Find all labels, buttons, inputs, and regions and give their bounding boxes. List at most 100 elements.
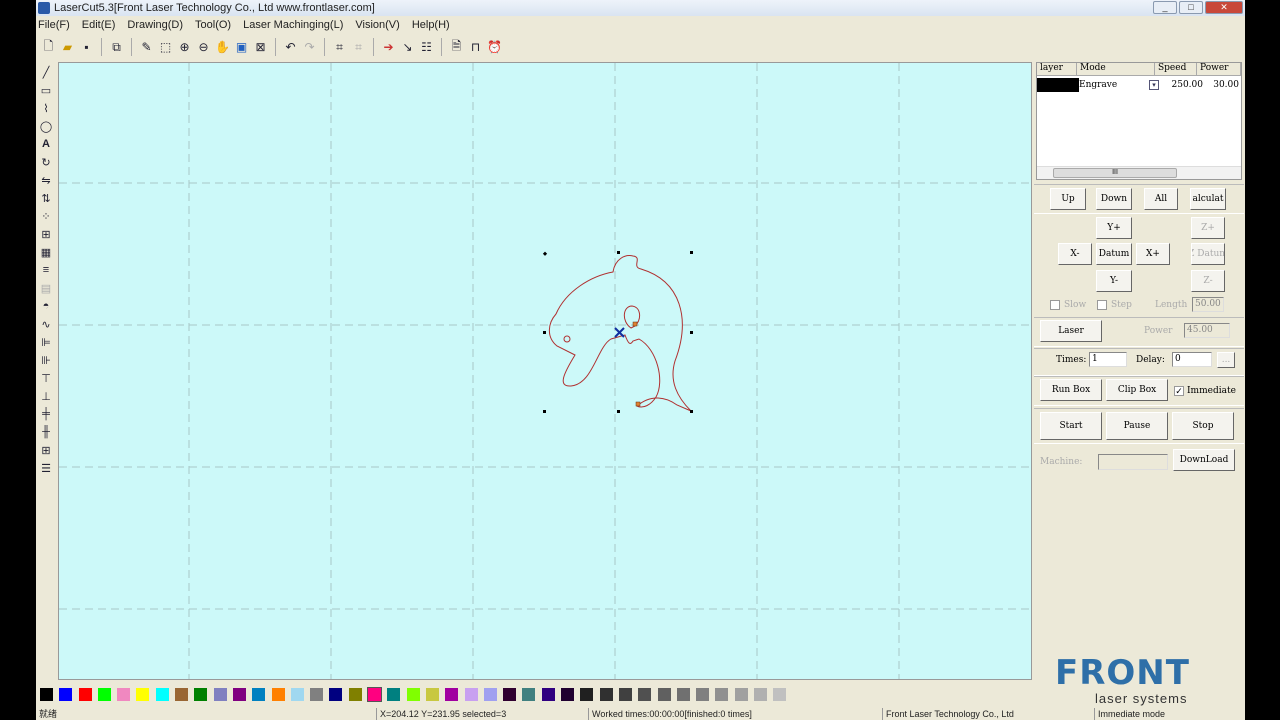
- zoom-fit-icon[interactable]: ⊠: [252, 39, 269, 56]
- color-swatch[interactable]: [367, 686, 383, 702]
- menu-laser[interactable]: Laser Machinging(L): [243, 16, 343, 34]
- cut-order-icon[interactable]: ➔: [380, 39, 397, 56]
- color-swatch[interactable]: [406, 687, 420, 701]
- times-input[interactable]: 1: [1089, 352, 1127, 367]
- color-swatch[interactable]: [425, 687, 439, 701]
- fill-icon[interactable]: ◓: [37, 298, 55, 314]
- color-swatch[interactable]: [734, 687, 748, 701]
- layers-icon[interactable]: ☰: [37, 460, 55, 476]
- color-swatch[interactable]: [657, 687, 671, 701]
- machine-icon[interactable]: ⊓: [467, 39, 484, 56]
- minimize-button[interactable]: _: [1153, 1, 1177, 14]
- x-plus-button[interactable]: X+: [1136, 243, 1170, 265]
- import-icon[interactable]: ⧉: [108, 39, 125, 56]
- preview-icon[interactable]: 🗎: [448, 39, 465, 56]
- hatch-icon[interactable]: ▤: [37, 280, 55, 296]
- color-swatch[interactable]: [696, 687, 710, 701]
- color-swatch[interactable]: [290, 687, 304, 701]
- mirror-h-icon[interactable]: ⇋: [37, 172, 55, 188]
- align-bottom-icon[interactable]: ⊥: [37, 388, 55, 404]
- z-minus-button[interactable]: Z-: [1191, 270, 1225, 292]
- pan-icon[interactable]: ✋: [214, 39, 231, 56]
- node-handle[interactable]: [635, 401, 641, 407]
- menu-drawing[interactable]: Drawing(D): [127, 16, 183, 34]
- color-swatch[interactable]: [483, 687, 497, 701]
- group-icon[interactable]: ⌗: [331, 39, 348, 56]
- mode-dropdown-icon[interactable]: ▾: [1149, 80, 1159, 90]
- rotate-icon[interactable]: ↻: [37, 154, 55, 170]
- grid-icon[interactable]: ▦: [37, 244, 55, 260]
- color-swatch[interactable]: [271, 687, 285, 701]
- clock-icon[interactable]: ⏰: [486, 39, 503, 56]
- color-swatch[interactable]: [445, 687, 459, 701]
- color-swatch[interactable]: [464, 687, 478, 701]
- slow-checkbox[interactable]: [1050, 300, 1060, 310]
- color-swatch[interactable]: [310, 687, 324, 701]
- drawing-canvas[interactable]: [58, 62, 1032, 680]
- menu-file[interactable]: File(F): [38, 16, 70, 34]
- select-icon[interactable]: ⬚: [157, 39, 174, 56]
- undo-icon[interactable]: ↶: [282, 39, 299, 56]
- center-cross-icon[interactable]: [614, 327, 625, 338]
- color-swatch[interactable]: [59, 687, 73, 701]
- up-button[interactable]: Up: [1050, 188, 1086, 210]
- color-swatch[interactable]: [97, 687, 111, 701]
- color-swatch[interactable]: [232, 687, 246, 701]
- menu-tool[interactable]: Tool(O): [195, 16, 231, 34]
- calculate-button[interactable]: alculat: [1190, 188, 1226, 210]
- y-minus-button[interactable]: Y-: [1096, 270, 1132, 292]
- align-left-icon[interactable]: ⊫: [37, 334, 55, 350]
- color-swatch[interactable]: [136, 687, 150, 701]
- laser-button[interactable]: Laser: [1040, 320, 1102, 342]
- node-handle[interactable]: [632, 321, 638, 327]
- color-swatch[interactable]: [638, 687, 652, 701]
- brush-icon[interactable]: ✎: [138, 39, 155, 56]
- color-swatch[interactable]: [676, 687, 690, 701]
- z-datum-button[interactable]: Z Datum: [1191, 243, 1225, 265]
- pause-button[interactable]: Pause: [1106, 412, 1168, 440]
- ungroup-icon[interactable]: ⌗: [350, 39, 367, 56]
- color-swatch[interactable]: [618, 687, 632, 701]
- color-swatch[interactable]: [40, 687, 53, 701]
- color-swatch[interactable]: [541, 687, 555, 701]
- zoom-page-icon[interactable]: ▣: [233, 39, 250, 56]
- color-swatch[interactable]: [213, 687, 227, 701]
- color-swatch[interactable]: [522, 687, 536, 701]
- color-swatch[interactable]: [715, 687, 729, 701]
- color-swatch[interactable]: [773, 687, 787, 701]
- x-minus-button[interactable]: X-: [1058, 243, 1092, 265]
- y-plus-button[interactable]: Y+: [1096, 217, 1132, 239]
- array-icon[interactable]: ⊞: [37, 226, 55, 242]
- line-icon[interactable]: ╱: [37, 64, 55, 80]
- color-swatch[interactable]: [348, 687, 362, 701]
- nodes-icon[interactable]: ⁘: [37, 208, 55, 224]
- ellipse-icon[interactable]: ◯: [37, 118, 55, 134]
- stop-button[interactable]: Stop: [1172, 412, 1234, 440]
- center-h-icon[interactable]: ╪: [37, 406, 55, 422]
- color-swatch[interactable]: [561, 687, 575, 701]
- immediate-checkbox[interactable]: ✓: [1174, 386, 1184, 396]
- menu-edit[interactable]: Edit(E): [82, 16, 116, 34]
- color-swatch[interactable]: [194, 687, 208, 701]
- open-icon[interactable]: ▰: [59, 39, 76, 56]
- menu-help[interactable]: Help(H): [412, 16, 450, 34]
- direction-icon[interactable]: ↘: [399, 39, 416, 56]
- all-button[interactable]: All: [1144, 188, 1178, 210]
- color-swatch[interactable]: [387, 687, 401, 701]
- layer-row[interactable]: Engrave ▾ 250.00 30.00: [1037, 78, 1241, 92]
- down-button[interactable]: Down: [1096, 188, 1132, 210]
- maximize-button[interactable]: □: [1179, 1, 1203, 14]
- save-icon[interactable]: ▪: [78, 39, 95, 56]
- zoom-out-icon[interactable]: ⊖: [195, 39, 212, 56]
- color-swatch[interactable]: [117, 687, 131, 701]
- rectangle-icon[interactable]: ▭: [37, 82, 55, 98]
- color-swatch[interactable]: [503, 687, 517, 701]
- color-swatch[interactable]: [580, 687, 594, 701]
- color-swatch[interactable]: [155, 687, 169, 701]
- color-swatch[interactable]: [599, 687, 613, 701]
- step-checkbox[interactable]: [1097, 300, 1107, 310]
- color-swatch[interactable]: [753, 687, 767, 701]
- mirror-v-icon[interactable]: ⇅: [37, 190, 55, 206]
- center-v-icon[interactable]: ╫: [37, 424, 55, 440]
- color-swatch[interactable]: [175, 687, 189, 701]
